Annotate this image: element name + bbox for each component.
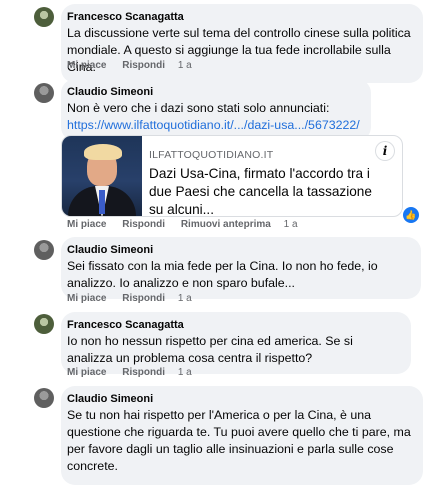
comment-author[interactable]: Francesco Scanagatta <box>67 10 413 24</box>
comment-link[interactable]: https://www.ilfattoquotidiano.it/.../daz… <box>67 118 360 132</box>
comment-time[interactable]: 1 a <box>284 219 298 230</box>
reply-button[interactable]: Rispondi <box>122 219 165 230</box>
comment-text: Non è vero che i dazi sono stati solo an… <box>67 101 330 115</box>
comment-actions: Mi piace Rispondi 1 a <box>67 293 205 305</box>
comment-time[interactable]: 1 a <box>178 367 192 378</box>
avatar[interactable] <box>34 240 54 260</box>
avatar[interactable] <box>34 388 54 408</box>
preview-thumbnail <box>62 136 142 216</box>
comment-actions: Mi piace Rispondi 1 a <box>67 367 205 379</box>
comment-time[interactable]: 1 a <box>178 60 192 71</box>
link-preview-card[interactable]: ILFATTOQUOTIDIANO.IT Dazi Usa-Cina, firm… <box>61 135 403 217</box>
comment-text: Se tu non hai rispetto per l'America o p… <box>67 408 411 473</box>
comment-actions: Mi piace Rispondi 1 a <box>67 60 205 72</box>
comment-text: Sei fissato con la mia fede per la Cina.… <box>67 259 378 290</box>
reply-button[interactable]: Rispondi <box>122 60 165 71</box>
preview-site: ILFATTOQUOTIDIANO.IT <box>149 149 274 161</box>
like-button[interactable]: Mi piace <box>67 293 106 304</box>
remove-preview-button[interactable]: Rimuovi anteprima <box>181 219 271 230</box>
comment-bubble: Francesco Scanagatta Io non ho nessun ri… <box>61 312 411 374</box>
avatar[interactable] <box>34 83 54 103</box>
comment-author[interactable]: Claudio Simeoni <box>67 85 361 99</box>
preview-title[interactable]: Dazi Usa-Cina, firmato l'accordo tra i d… <box>149 165 385 216</box>
thumbs-up-icon[interactable]: 👍 <box>403 207 419 223</box>
comment-bubble: Claudio Simeoni Sei fissato con la mia f… <box>61 237 421 299</box>
like-button[interactable]: Mi piace <box>67 367 106 378</box>
comment-author[interactable]: Claudio Simeoni <box>67 243 411 257</box>
comment-time[interactable]: 1 a <box>178 293 192 304</box>
reply-button[interactable]: Rispondi <box>122 367 165 378</box>
like-button[interactable]: Mi piace <box>67 60 106 71</box>
comment-actions: Mi piace Rispondi Rimuovi anteprima 1 a <box>67 219 311 231</box>
comment-text: Io non ho nessun rispetto per cina ed am… <box>67 334 353 365</box>
avatar[interactable] <box>34 7 54 27</box>
comment-bubble: Claudio Simeoni Non è vero che i dazi so… <box>61 79 371 141</box>
info-icon[interactable]: i <box>376 142 394 160</box>
comment-author[interactable]: Francesco Scanagatta <box>67 318 401 332</box>
comment-author[interactable]: Claudio Simeoni <box>67 392 413 406</box>
like-button[interactable]: Mi piace <box>67 219 106 230</box>
avatar[interactable] <box>34 314 54 334</box>
comment-bubble: Claudio Simeoni Se tu non hai rispetto p… <box>61 386 423 485</box>
reply-button[interactable]: Rispondi <box>122 293 165 304</box>
